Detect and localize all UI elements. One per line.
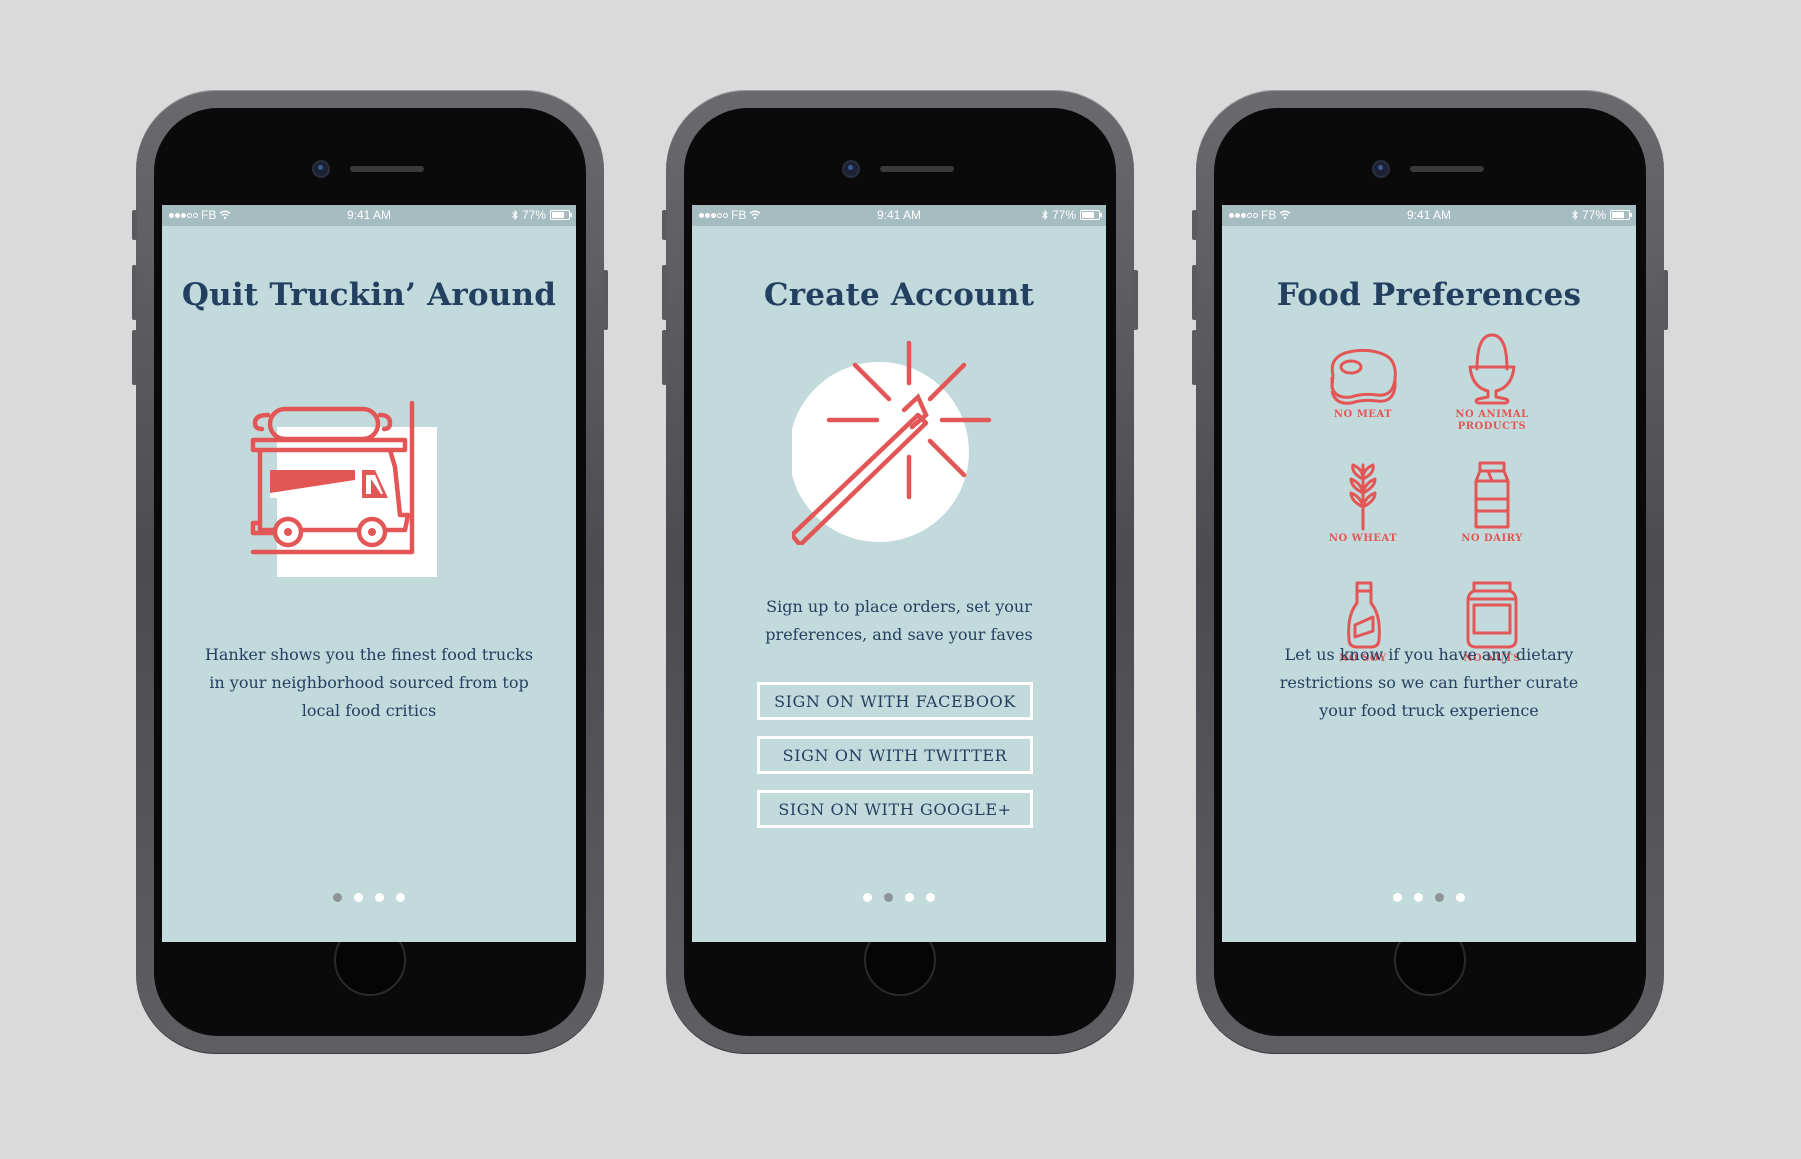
twitter-signin-button[interactable]: SIGN ON WITH TWITTER <box>757 736 1033 774</box>
page-title: Create Account <box>763 277 1035 313</box>
pref-no-dairy[interactable]: NO DAIRY <box>1427 459 1557 545</box>
volume-up-button <box>132 265 137 320</box>
camera <box>842 160 860 178</box>
pref-label: NO DAIRY <box>1461 533 1523 544</box>
bluetooth-icon <box>1042 210 1048 220</box>
camera <box>1372 160 1390 178</box>
pref-label: NO ANIMAL PRODUCTS <box>1455 409 1529 432</box>
pager-dot-3[interactable] <box>905 893 914 902</box>
camera <box>312 160 330 178</box>
page-indicator <box>162 893 576 902</box>
milk-carton-icon <box>1474 461 1510 529</box>
wheat-icon <box>1349 463 1377 531</box>
google-signin-button[interactable]: SIGN ON WITH GOOGLE+ <box>757 790 1033 828</box>
pager-dot-2[interactable] <box>1414 893 1423 902</box>
screen-onboarding-intro: FB 9:41 AM 77% Quit Truckin’ Around Hank… <box>162 205 576 942</box>
status-right: 77% <box>1042 208 1102 222</box>
screen-create-account: FB 9:41 AM 77% Create Account Sign up to… <box>692 205 1106 942</box>
volume-down-button <box>1192 330 1197 385</box>
phone-2: FB 9:41 AM 77% Create Account Sign up to… <box>662 90 1138 1054</box>
status-bar: FB 9:41 AM 77% <box>162 205 576 226</box>
power-button <box>1663 270 1668 330</box>
description: Let us know if you have any dietary rest… <box>1279 645 1579 720</box>
food-truck-icon <box>250 400 437 577</box>
speaker <box>880 166 954 172</box>
steak-icon <box>1330 348 1397 405</box>
mute-switch <box>1192 210 1197 240</box>
page-title: Food Preferences <box>1276 277 1582 313</box>
mute-switch <box>132 210 137 240</box>
screen-food-preferences: FB 9:41 AM 77% Food Preferences NO MEAT <box>1222 205 1636 942</box>
pref-label: NO MEAT <box>1333 409 1393 420</box>
phone-1: FB 9:41 AM 77% Quit Truckin’ Around Hank… <box>132 90 608 1054</box>
pager-dot-4[interactable] <box>396 893 405 902</box>
pager-dot-1[interactable] <box>863 893 872 902</box>
description: Hanker shows you the finest food trucks … <box>204 645 534 720</box>
page-indicator <box>1222 893 1636 902</box>
battery-percent: 77% <box>1581 208 1606 222</box>
mute-switch <box>662 210 667 240</box>
pager-dot-2[interactable] <box>354 893 363 902</box>
pager-dot-3[interactable] <box>375 893 384 902</box>
status-right: 77% <box>1572 208 1632 222</box>
phone-3: FB 9:41 AM 77% Food Preferences NO MEAT <box>1192 90 1668 1054</box>
status-bar: FB 9:41 AM 77% <box>692 205 1106 226</box>
power-button <box>1133 270 1138 330</box>
page-indicator <box>692 893 1106 902</box>
pref-no-wheat[interactable]: NO WHEAT <box>1298 459 1428 545</box>
battery-percent: 77% <box>1051 208 1076 222</box>
speaker <box>350 166 424 172</box>
pager-dot-4[interactable] <box>1456 893 1465 902</box>
page-title: Quit Truckin’ Around <box>181 277 557 313</box>
pager-dot-2[interactable] <box>884 893 893 902</box>
power-button <box>603 270 608 330</box>
speaker <box>1410 166 1484 172</box>
status-right: 77% <box>512 208 572 222</box>
volume-up-button <box>662 265 667 320</box>
egg-icon <box>1468 333 1516 405</box>
pager-dot-1[interactable] <box>333 893 342 902</box>
bluetooth-icon <box>512 210 518 220</box>
description: Sign up to place orders, set your prefer… <box>765 597 1033 644</box>
bluetooth-icon <box>1572 210 1578 220</box>
battery-icon <box>1080 210 1102 220</box>
volume-down-button <box>132 330 137 385</box>
facebook-signin-button[interactable]: SIGN ON WITH FACEBOOK <box>757 682 1033 720</box>
pref-label: NO WHEAT <box>1328 533 1398 544</box>
pref-no-meat[interactable]: NO MEAT <box>1298 345 1428 421</box>
battery-percent: 77% <box>521 208 546 222</box>
volume-up-button <box>1192 265 1197 320</box>
volume-down-button <box>662 330 667 385</box>
pager-dot-4[interactable] <box>926 893 935 902</box>
pager-dot-3[interactable] <box>1435 893 1444 902</box>
battery-icon <box>1610 210 1632 220</box>
pager-dot-1[interactable] <box>1393 893 1402 902</box>
status-bar: FB 9:41 AM 77% <box>1222 205 1636 226</box>
magic-wand-icon <box>792 340 992 545</box>
pref-no-animal-products[interactable]: NO ANIMAL PRODUCTS <box>1427 331 1557 433</box>
battery-icon <box>550 210 572 220</box>
